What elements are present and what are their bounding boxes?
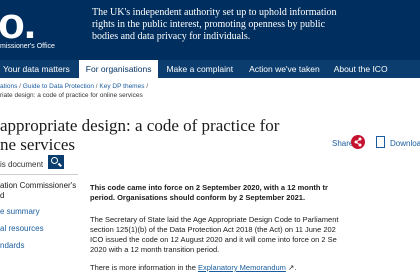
sidebar-search-button[interactable] [48,155,64,169]
sidebar-item-label: ation Commissioner's [0,181,77,190]
download-options-link[interactable]: Download op [390,139,420,148]
breadcrumb-current: riate design: a code of practice for onl… [0,92,143,99]
lead-line-2: period. Organisations should conform by … [90,193,306,202]
more-info-period: . [294,263,297,272]
breadcrumb: ations / Guide to Data Protection / Key … [0,82,420,100]
page-title: appropriate design: a code of practice f… [0,116,300,154]
logo-subtext: missioner's Office [0,43,55,50]
sidebar-heading: is document [0,160,44,169]
search-icon [51,157,58,164]
breadcrumb-item-key-themes[interactable]: Key DP themes [99,83,144,90]
lead-line-1: This code came into force on 2 September… [90,183,328,192]
sidebar-item-standards[interactable]: ndards [0,241,78,251]
document-icon[interactable] [376,136,385,148]
body-line-1: The Secretary of State laid the Age Appr… [90,215,339,224]
share-icon[interactable] [351,135,365,149]
explanatory-memorandum-link[interactable]: Explanatory Memorandum [198,263,286,272]
page-title-line2: ne services [0,135,76,154]
nav-action-taken[interactable]: Action we've taken [242,60,327,78]
nav-your-data-matters[interactable]: Your data matters [0,60,79,78]
sidebar-item-label-cont: d [0,191,5,200]
sidebar-item-commissioner[interactable]: ation Commissioner's d [0,181,78,201]
body-line-4: 2020 with a 12 month transition period. [90,245,220,254]
body-line-2: section 125(1)(b) of the Data Protection… [90,225,336,234]
breadcrumb-item-guide[interactable]: Guide to Data Protection [23,83,94,90]
nav-make-a-complaint[interactable]: Make a complaint [166,60,242,78]
sidebar-item-resources[interactable]: al resources [0,224,78,234]
breadcrumb-item-organisations[interactable]: ations [0,83,17,90]
page-title-line1: appropriate design: a code of practice f… [0,116,280,135]
lead-notice: This code came into force on 2 September… [90,183,420,203]
body-line-3: ICO issued the code on 12 August 2020 an… [90,235,337,244]
sidebar-item-summary[interactable]: e summary [0,207,78,217]
share-glyph [354,137,362,147]
nav-for-organisations[interactable]: For organisations [78,60,159,78]
more-info-paragraph: There is more information in the Explana… [90,263,420,273]
ico-logo[interactable]: o. [0,2,36,46]
breadcrumb-separator: / [146,83,149,90]
more-info-text: There is more information in the [90,263,198,272]
site-tagline: The UK's independent authority set up to… [92,7,337,42]
body-paragraph: The Secretary of State laid the Age Appr… [90,215,420,255]
main-nav: Your data matters For organisations Make… [0,60,420,78]
sidebar-divider [0,174,78,175]
nav-about-ico[interactable]: About the ICO [327,60,395,78]
site-header: o. missioner's Office The UK's independe… [0,0,420,60]
